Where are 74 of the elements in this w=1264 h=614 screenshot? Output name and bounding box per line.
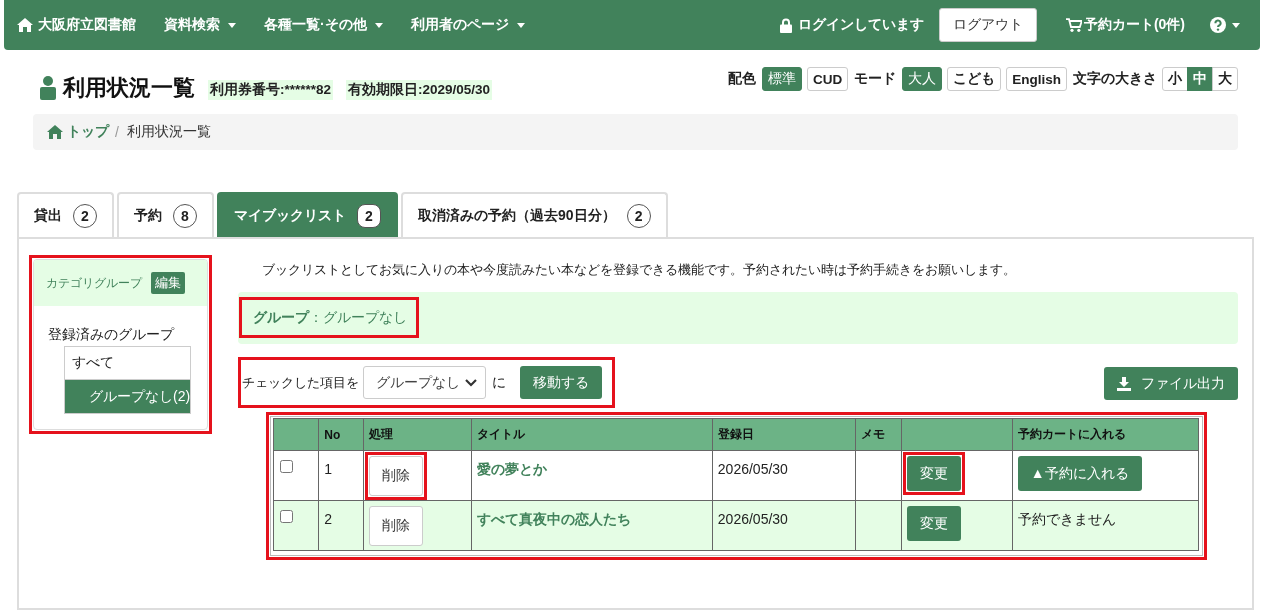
- home-icon: [47, 125, 63, 139]
- option-button[interactable]: 大人: [902, 67, 943, 91]
- tab[interactable]: 予約 8: [117, 192, 214, 237]
- table-cell: 1: [318, 450, 364, 501]
- move-prompt: チェックした項目を: [242, 373, 359, 392]
- column-header: メモ: [855, 418, 902, 451]
- count-badge: 2: [626, 203, 651, 228]
- count-badge: 2: [73, 203, 97, 228]
- count-badge: 8: [173, 203, 197, 228]
- person-icon: [40, 76, 56, 100]
- column-header: 登録日: [712, 418, 856, 451]
- export-button[interactable]: ファイル出力: [1104, 367, 1238, 400]
- count-badge: 2: [357, 203, 381, 228]
- expiry-date: 有効期限日:2029/05/30: [346, 80, 493, 100]
- groups-label: 登録済みのグループ: [48, 326, 176, 344]
- table-cell: 2026/05/30: [712, 500, 856, 551]
- download-icon: [1117, 376, 1131, 391]
- column-header: タイトル: [471, 418, 713, 451]
- option-button[interactable]: 標準: [762, 67, 802, 91]
- setting-label: 文字の大きさ: [1073, 70, 1157, 88]
- card-number: 利用券番号:******82: [208, 80, 334, 100]
- row-checkbox[interactable]: [280, 510, 293, 523]
- option-button[interactable]: 小: [1162, 67, 1188, 91]
- setting-label: モード: [854, 70, 897, 88]
- change-button[interactable]: 変更: [907, 456, 962, 491]
- page-title: 利用状況一覧: [63, 74, 195, 102]
- row-checkbox[interactable]: [280, 460, 293, 473]
- change-button[interactable]: 変更: [907, 506, 962, 541]
- move-suffix: に: [492, 373, 506, 392]
- breadcrumb-current: 利用状況一覧: [126, 123, 211, 141]
- option-button[interactable]: こども: [947, 67, 1002, 91]
- book-title-link[interactable]: 愛の夢とか: [477, 461, 548, 477]
- card-title: カテゴリグループ: [46, 274, 142, 292]
- tab[interactable]: 貸出 2: [17, 192, 114, 237]
- group-label: グループ：グループなし: [252, 308, 408, 327]
- setting-label: 配色: [728, 70, 756, 88]
- caret-icon: [374, 22, 383, 28]
- home-icon: [17, 18, 33, 32]
- group-select[interactable]: グループなし: [363, 366, 486, 399]
- group-list-item[interactable]: グループなし(2): [65, 379, 190, 413]
- option-button[interactable]: 中: [1187, 67, 1213, 91]
- tab[interactable]: 取消済みの予約（過去90日分） 2: [401, 192, 668, 237]
- nav-menu[interactable]: 各種一覧·その他: [264, 16, 383, 34]
- brand-link[interactable]: 大阪府立図書館: [17, 16, 136, 34]
- nav-menu[interactable]: 資料検索: [164, 16, 236, 34]
- edit-button[interactable]: 編集: [151, 272, 185, 294]
- lock-icon: [779, 17, 792, 33]
- table-cell: 2026/05/30: [712, 450, 856, 501]
- nav-menu[interactable]: 利用者のページ: [410, 16, 525, 34]
- table-cell: 2: [318, 500, 364, 551]
- reserve-button[interactable]: ▲予約に入れる: [1017, 456, 1142, 491]
- help-icon[interactable]: [1210, 17, 1226, 33]
- column-header: 処理: [363, 418, 472, 451]
- column-header: No: [318, 418, 364, 451]
- description-text: ブックリストとしてお気に入りの本や今度読みたい本などを登録できる機能です。予約されたい時は予約手続きをお願いします。: [261, 262, 1017, 279]
- login-status: ログインしています: [797, 16, 924, 34]
- delete-button[interactable]: 削除: [368, 456, 423, 496]
- caret-icon: [1232, 22, 1240, 28]
- chevron-icon: [465, 378, 477, 387]
- column-header: 予約カートに入れる: [1012, 418, 1199, 451]
- logout-button[interactable]: ログアウト: [938, 8, 1037, 42]
- caret-icon: [228, 22, 236, 28]
- caret-icon: [516, 22, 525, 28]
- delete-button[interactable]: 削除: [368, 506, 423, 546]
- cart-icon: [1065, 18, 1082, 32]
- option-button[interactable]: English: [1006, 67, 1067, 91]
- option-button[interactable]: 大: [1212, 67, 1238, 91]
- table-cell: 予約できません: [1012, 500, 1199, 551]
- tab[interactable]: マイブックリスト 2: [217, 192, 398, 237]
- breadcrumb-link[interactable]: トップ: [47, 123, 109, 141]
- move-button[interactable]: 移動する: [520, 366, 602, 399]
- breadcrumb-separator: /: [115, 124, 119, 140]
- cart-link[interactable]: 予約カート(0件): [1065, 16, 1185, 34]
- option-button[interactable]: CUD: [807, 67, 849, 91]
